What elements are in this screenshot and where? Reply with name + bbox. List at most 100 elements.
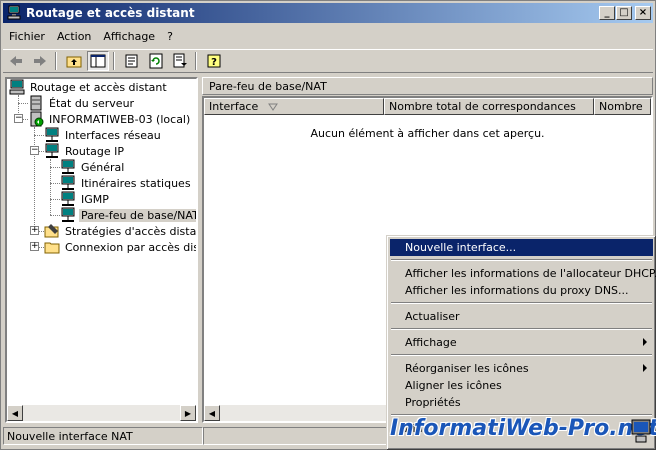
forward-button[interactable] (29, 51, 51, 71)
tree-item-static-routes[interactable]: Itinéraires statiques (60, 175, 193, 191)
tree-content: − − + + Routage et accès distant État du… (7, 79, 196, 405)
menu-action[interactable]: Action (51, 30, 97, 43)
up-folder-icon (66, 56, 82, 68)
forward-arrow-icon (34, 56, 46, 66)
toolbar-separator (113, 52, 115, 70)
tree-item-server-local[interactable]: INFORMATIWEB-03 (local) (28, 111, 192, 127)
tree-item-label: Routage et accès distant (30, 80, 167, 94)
expander-policies[interactable]: + (30, 226, 39, 235)
tree-item-server-status[interactable]: État du serveur (28, 95, 136, 111)
network-interfaces-icon (45, 127, 59, 142)
up-one-level-button[interactable] (63, 51, 85, 71)
menu-fichier[interactable]: Fichier (3, 30, 51, 43)
menu-item-dhcp-allocator-info[interactable]: Afficher les informations de l'allocateu… (390, 265, 656, 282)
column-header-total-matches[interactable]: Nombre total de correspondances (384, 98, 594, 115)
submenu-arrow-icon (643, 338, 647, 346)
console-tree[interactable]: − − + + Routage et accès distant État du… (5, 77, 198, 423)
properties-button[interactable] (121, 51, 143, 71)
tree-item-ip-routing[interactable]: Routage IP (44, 143, 126, 159)
remote-access-policies-icon (44, 224, 59, 238)
tree-item-label: État du serveur (49, 96, 135, 110)
routing-app-icon (7, 5, 21, 20)
menu-help[interactable]: ? (161, 30, 179, 43)
menu-separator (391, 354, 652, 356)
menu-item-refresh[interactable]: Actualiser (390, 308, 653, 325)
empty-list-message: Aucun élément à afficher dans cet aperçu… (310, 127, 545, 140)
watermark-text: InformatiWeb-Pro.net (390, 416, 656, 441)
expander-ip-routing[interactable]: − (30, 146, 39, 155)
static-routes-icon (61, 175, 75, 190)
refresh-icon (149, 53, 163, 69)
menu-item-dns-proxy-info[interactable]: Afficher les informations du proxy DNS..… (390, 282, 653, 299)
column-headers: Interface Nombre total de correspondance… (204, 98, 651, 115)
export-list-button[interactable] (169, 51, 191, 71)
toolbar-separator (55, 52, 57, 70)
scroll-track[interactable] (23, 405, 180, 421)
scroll-right-button[interactable]: ▶ (180, 405, 196, 421)
tree-item-network-interfaces[interactable]: Interfaces réseau (44, 127, 163, 143)
window-title: Routage et accès distant (26, 6, 195, 20)
routing-root-icon (9, 79, 25, 95)
tree-item-label: Général (81, 160, 125, 174)
ip-routing-icon (45, 143, 59, 158)
menu-separator (391, 259, 652, 261)
tree-item-label: Stratégies d'accès distant (65, 224, 196, 238)
tree-item-general[interactable]: Général (60, 159, 126, 175)
back-button[interactable] (5, 51, 27, 71)
server-local-icon (30, 111, 44, 127)
refresh-button[interactable] (145, 51, 167, 71)
maximize-button[interactable]: □ (616, 6, 632, 20)
show-hide-tree-button[interactable] (87, 51, 109, 71)
column-header-number[interactable]: Nombre (594, 98, 651, 115)
tree-item-igmp[interactable]: IGMP (60, 191, 111, 207)
expander-logging[interactable]: + (30, 242, 39, 251)
submenu-arrow-icon (643, 364, 647, 372)
help-button[interactable]: ? (203, 51, 225, 71)
tree-horizontal-scrollbar[interactable]: ◀ ▶ (7, 405, 196, 421)
status-text: Nouvelle interface NAT (3, 427, 203, 445)
menu-item-arrange-icons[interactable]: Réorganiser les icônes (390, 360, 653, 377)
export-list-icon (173, 53, 187, 68)
title-bar[interactable]: Routage et accès distant _ □ × (3, 3, 653, 23)
tree-item-label: Itinéraires statiques (81, 176, 191, 190)
tree-item-label: Pare-feu de base/NAT (79, 208, 196, 222)
expander-server[interactable]: − (14, 114, 23, 123)
minimize-button[interactable]: _ (599, 6, 615, 20)
details-title: Pare-feu de base/NAT (202, 77, 653, 95)
tree-item-firewall-nat[interactable]: Pare-feu de base/NAT (60, 207, 196, 223)
igmp-icon (61, 191, 75, 206)
menu-bar: Fichier Action Affichage ? (3, 26, 653, 46)
back-arrow-icon (10, 56, 22, 66)
menu-separator (391, 328, 652, 330)
tree-item-routing-root[interactable]: Routage et accès distant (9, 79, 169, 95)
toolbar-separator (195, 52, 197, 70)
column-header-interface[interactable]: Interface (204, 98, 384, 115)
tree-item-remote-access-logging[interactable]: Connexion par accès distan (44, 239, 196, 255)
svg-text:?: ? (211, 57, 217, 68)
close-button[interactable]: × (635, 6, 651, 20)
tree-item-remote-access-policies[interactable]: Stratégies d'accès distant (44, 223, 196, 239)
show-hide-tree-icon (90, 54, 106, 68)
menu-item-properties[interactable]: Propriétés (390, 394, 653, 411)
menu-item-new-interface[interactable]: Nouvelle interface... (390, 239, 653, 256)
scroll-left-button[interactable]: ◀ (204, 405, 220, 421)
properties-icon (125, 54, 138, 68)
server-status-icon (30, 95, 42, 111)
help-icon: ? (207, 54, 221, 68)
sort-triangle-icon (268, 103, 279, 111)
remote-access-logging-icon (44, 242, 60, 254)
tree-item-label: IGMP (81, 192, 109, 206)
toolbar: ? (3, 49, 653, 73)
tree-item-label: INFORMATIWEB-03 (local) (49, 112, 191, 126)
scroll-left-button[interactable]: ◀ (7, 405, 23, 421)
tree-item-label: Connexion par accès distan (65, 240, 196, 254)
general-icon (61, 159, 75, 174)
tree-item-label: Routage IP (65, 144, 125, 158)
menu-separator (391, 302, 652, 304)
firewall-nat-icon (61, 207, 75, 222)
menu-item-line-up-icons[interactable]: Aligner les icônes (390, 377, 653, 394)
menu-affichage[interactable]: Affichage (97, 30, 161, 43)
menu-item-view[interactable]: Affichage (390, 334, 653, 351)
watermark-computer-icon (631, 419, 651, 443)
tree-item-label: Interfaces réseau (65, 128, 161, 142)
